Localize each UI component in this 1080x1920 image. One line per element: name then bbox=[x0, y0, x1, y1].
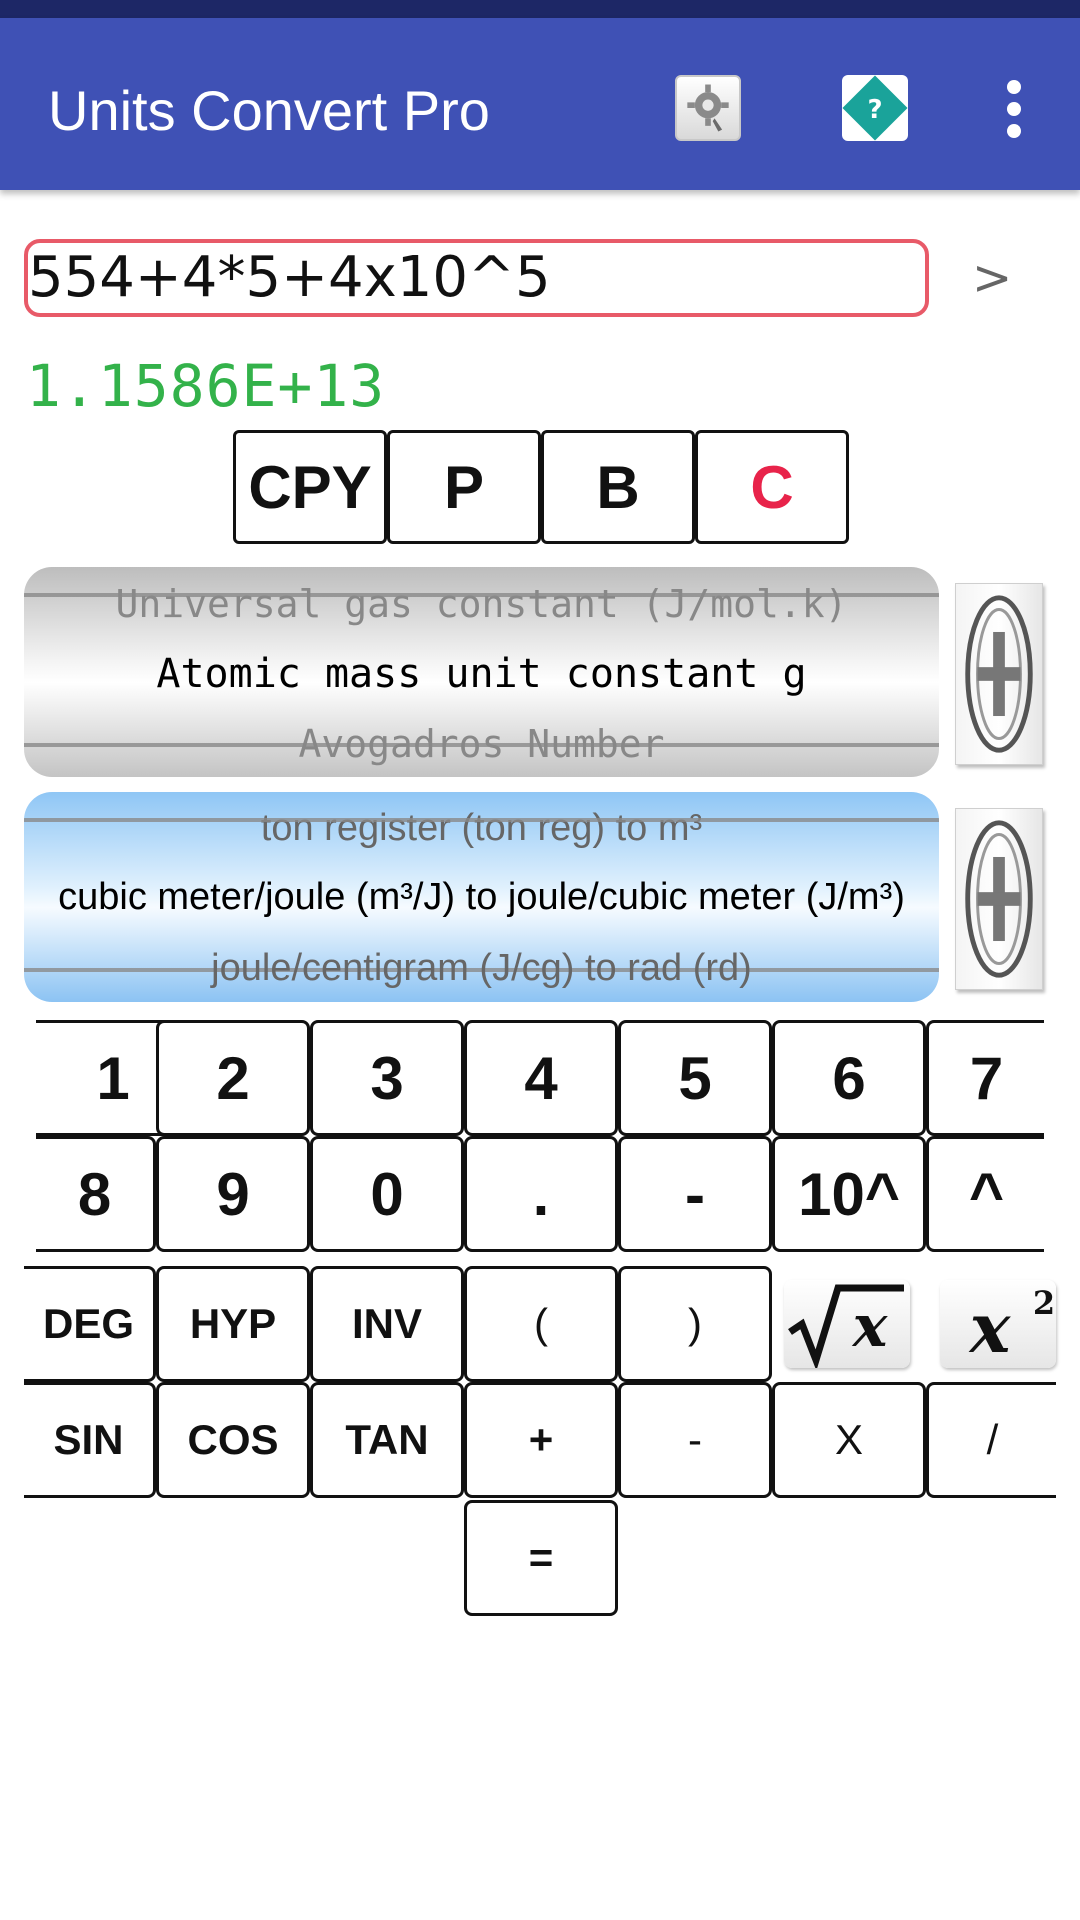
key-ten-power[interactable]: 10^ bbox=[772, 1136, 926, 1252]
key-sin[interactable]: SIN bbox=[24, 1382, 156, 1498]
unit-option-selected[interactable]: cubic meter/joule (m³/J) to joule/cubic … bbox=[24, 876, 939, 919]
square-root-icon: x bbox=[788, 1284, 904, 1368]
key-open-paren[interactable]: ( bbox=[464, 1266, 618, 1382]
key-4[interactable]: 4 bbox=[464, 1020, 618, 1136]
p-button[interactable]: P bbox=[387, 430, 541, 544]
sqrt-key[interactable]: x bbox=[784, 1280, 910, 1368]
clear-button[interactable]: C bbox=[695, 430, 849, 544]
key-8[interactable]: 8 bbox=[36, 1136, 156, 1252]
status-bar bbox=[0, 0, 1080, 18]
result-display: 1.1586E+13 bbox=[26, 352, 386, 420]
gear-icon bbox=[687, 84, 729, 132]
key-7[interactable]: 7 bbox=[926, 1020, 1044, 1136]
more-vertical-icon bbox=[1007, 80, 1021, 94]
key-3[interactable]: 3 bbox=[310, 1020, 464, 1136]
key-inv[interactable]: INV bbox=[310, 1266, 464, 1382]
key-plus[interactable]: + bbox=[464, 1382, 618, 1498]
svg-text:x: x bbox=[851, 1292, 889, 1360]
key-close-paren[interactable]: ) bbox=[618, 1266, 772, 1382]
key-divide[interactable]: / bbox=[926, 1382, 1056, 1498]
settings-button[interactable] bbox=[675, 75, 741, 141]
key-equals[interactable]: = bbox=[464, 1500, 618, 1616]
key-0[interactable]: 0 bbox=[310, 1136, 464, 1252]
key-cos[interactable]: COS bbox=[156, 1382, 310, 1498]
key-5[interactable]: 5 bbox=[618, 1020, 772, 1136]
help-button[interactable]: ? bbox=[842, 75, 908, 141]
x-squared-icon: x 2 bbox=[968, 1284, 1055, 1368]
key-tan[interactable]: TAN bbox=[310, 1382, 464, 1498]
constant-option-above[interactable]: Universal gas constant (J/mol.k) bbox=[24, 582, 939, 626]
app-title: Units Convert Pro bbox=[48, 79, 490, 142]
constant-option-selected[interactable]: Atomic mass unit constant g bbox=[24, 651, 939, 697]
add-constant-button[interactable] bbox=[955, 583, 1043, 765]
copy-button[interactable]: CPY bbox=[233, 430, 387, 544]
unit-option-above[interactable]: ton register (ton reg) to m³ bbox=[24, 807, 939, 850]
more-options-button[interactable] bbox=[998, 80, 1030, 140]
b-button[interactable]: B bbox=[541, 430, 695, 544]
key-power[interactable]: ^ bbox=[926, 1136, 1044, 1252]
key-deg[interactable]: DEG bbox=[24, 1266, 156, 1382]
key-6[interactable]: 6 bbox=[772, 1020, 926, 1136]
key-multiply[interactable]: X bbox=[772, 1382, 926, 1498]
add-unit-button[interactable] bbox=[955, 808, 1043, 990]
key-subtract[interactable]: - bbox=[618, 1382, 772, 1498]
unit-option-below[interactable]: joule/centigram (J/cg) to rad (rd) bbox=[24, 947, 939, 990]
key-9[interactable]: 9 bbox=[156, 1136, 310, 1252]
square-key[interactable]: x 2 bbox=[940, 1280, 1056, 1368]
plus-icon bbox=[965, 595, 1033, 753]
key-2[interactable]: 2 bbox=[156, 1020, 310, 1136]
plus-icon bbox=[965, 820, 1033, 978]
constant-picker-wheel[interactable]: Universal gas constant (J/mol.k) Atomic … bbox=[24, 567, 939, 777]
expression-input[interactable]: 554+4*5+4x10^5 bbox=[24, 239, 929, 317]
unit-conversion-picker-wheel[interactable]: ton register (ton reg) to m³ cubic meter… bbox=[24, 792, 939, 1002]
key-decimal[interactable]: . bbox=[464, 1136, 618, 1252]
constant-option-below[interactable]: Avogadros Number bbox=[24, 722, 939, 766]
help-icon: ? bbox=[842, 75, 908, 141]
evaluate-button[interactable]: > bbox=[972, 250, 1012, 306]
key-minus[interactable]: - bbox=[618, 1136, 772, 1252]
svg-text:?: ? bbox=[867, 95, 882, 125]
key-hyp[interactable]: HYP bbox=[156, 1266, 310, 1382]
svg-text:2: 2 bbox=[1033, 1284, 1055, 1322]
svg-text:x: x bbox=[968, 1289, 1012, 1368]
